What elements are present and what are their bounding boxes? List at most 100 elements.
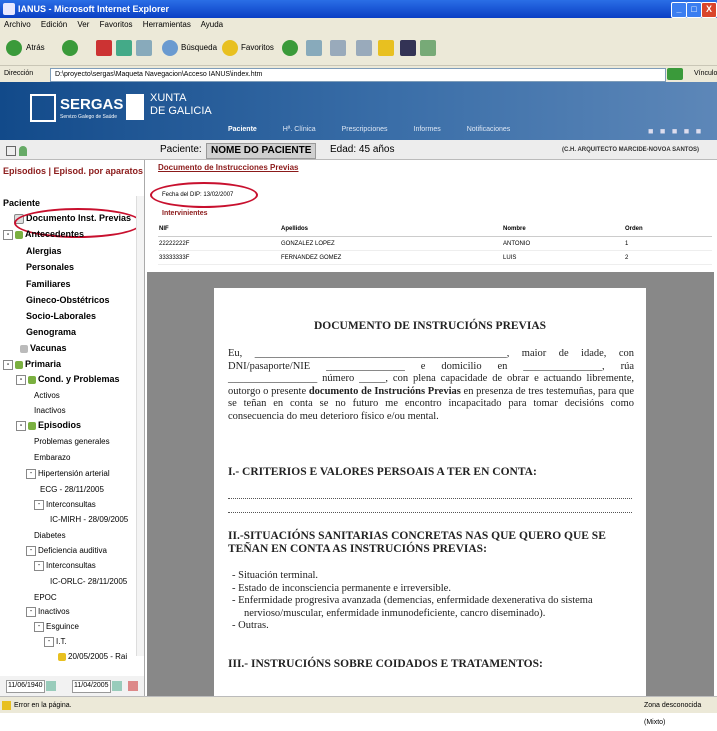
tree-familiares[interactable]: Familiares	[26, 279, 71, 289]
collapse-icon[interactable]: -	[44, 637, 54, 647]
tree-inactivos[interactable]: Inactivos	[34, 406, 66, 415]
tab-notificaciones[interactable]: Notificaciones	[467, 126, 511, 133]
episodes-tabs[interactable]: Episodios | Episod. por aparatos	[3, 166, 143, 176]
tree-paciente[interactable]: Paciente	[3, 198, 40, 208]
favorites-star-icon[interactable]	[222, 40, 238, 56]
collapse-icon[interactable]: -	[16, 374, 26, 385]
tree-hipertension[interactable]: - Hipertensión arterial	[26, 469, 110, 479]
intervinientes-label: Intervinientes	[162, 210, 208, 217]
tree-epoc[interactable]: EPOC	[34, 593, 57, 602]
tools-icon[interactable]	[420, 40, 436, 56]
home-icon[interactable]	[136, 40, 152, 56]
warning-icon[interactable]	[2, 701, 11, 710]
tree-inactivos-2[interactable]: - Inactivos	[26, 607, 70, 617]
col-nif[interactable]: NIF	[158, 222, 280, 237]
tree-interconsultas-2[interactable]: - Interconsultas	[34, 561, 96, 571]
menu-ver[interactable]: Ver	[77, 20, 89, 29]
tree-interconsultas-1[interactable]: - Interconsultas	[34, 500, 96, 510]
col-orden[interactable]: Orden	[624, 222, 712, 237]
tab-informes[interactable]: Informes	[414, 126, 441, 133]
menu-bar: Archivo Edición Ver Favoritos Herramient…	[0, 18, 717, 32]
collapse-icon[interactable]: -	[16, 420, 26, 431]
calendar-icon[interactable]	[46, 681, 56, 691]
tree-gineco[interactable]: Gineco-Obstétricos	[26, 295, 110, 305]
tab-paciente[interactable]: Paciente	[228, 126, 257, 133]
close-button[interactable]: X	[701, 2, 717, 18]
col-nombre[interactable]: Nombre	[502, 222, 624, 237]
mail-icon[interactable]	[306, 40, 322, 56]
folder-icon	[28, 421, 36, 430]
menu-herramientas[interactable]: Herramientas	[143, 20, 191, 29]
calendar-icon[interactable]	[112, 681, 122, 691]
collapse-icon[interactable]: -	[3, 229, 13, 240]
tab-prescripciones[interactable]: Prescripciones	[342, 126, 388, 133]
tree-antecedentes[interactable]: - Antecedentes	[3, 229, 84, 240]
menu-archivo[interactable]: Archivo	[4, 20, 31, 29]
print-icon[interactable]	[330, 40, 346, 56]
tree-ic-mirh[interactable]: IC-MIRH - 28/09/2005	[50, 515, 128, 524]
collapse-icon[interactable]: -	[26, 546, 36, 556]
address-input[interactable]: D:\proyecto\sergas\Maqueta Navegacion\Ac…	[50, 68, 666, 82]
minimize-button[interactable]: _	[671, 2, 687, 18]
date-from-input[interactable]: 11/06/1940	[6, 680, 45, 693]
menu-favoritos[interactable]: Favoritos	[100, 20, 133, 29]
back-label[interactable]: Atrás	[26, 43, 45, 52]
document-intro-paragraph: Eu, ____________________________________…	[228, 348, 634, 423]
stop-icon[interactable]	[96, 40, 112, 56]
tree-ecg[interactable]: ECG - 28/11/2005	[40, 485, 104, 494]
tree-it-date[interactable]: 20/05/2005 - Rai	[58, 652, 127, 661]
tree-embarazo[interactable]: Embarazo	[34, 453, 70, 462]
folder-icon[interactable]	[378, 40, 394, 56]
collapse-icon[interactable]: -	[34, 561, 44, 571]
tree-vacunas[interactable]: Vacunas	[20, 343, 67, 353]
menu-ayuda[interactable]: Ayuda	[201, 20, 224, 29]
menu-edicion[interactable]: Edición	[41, 20, 67, 29]
tree-episodios[interactable]: - Episodios	[16, 420, 81, 431]
refresh-icon[interactable]	[116, 40, 132, 56]
cell-apellidos: GONZALEZ LOPEZ	[280, 236, 502, 251]
collapse-icon[interactable]: -	[34, 500, 44, 510]
date-to-input[interactable]: 11/04/2005	[72, 680, 111, 693]
tree-genograma[interactable]: Genograma	[26, 327, 76, 337]
patient-icon[interactable]	[6, 144, 28, 156]
history-icon[interactable]	[282, 40, 298, 56]
highlight-oval	[150, 182, 258, 208]
back-icon[interactable]	[6, 40, 22, 56]
forward-icon[interactable]	[62, 40, 78, 56]
tree-scrollbar[interactable]	[136, 196, 144, 656]
tree-diabetes[interactable]: Diabetes	[34, 531, 66, 540]
security-zone: Zona desconocida (Mixto)	[644, 702, 702, 726]
messenger-icon[interactable]	[400, 40, 416, 56]
table-row[interactable]: 22222222F GONZALEZ LOPEZ ANTONIO 1	[158, 236, 712, 251]
tree-esguince[interactable]: - Esguince	[34, 622, 79, 632]
banner-tool-icons[interactable]: ■ ■ ■ ■ ■	[648, 126, 703, 136]
go-button[interactable]	[667, 68, 683, 80]
collapse-icon[interactable]: -	[3, 359, 13, 370]
edit-icon[interactable]	[356, 40, 372, 56]
tree-alergias[interactable]: Alergias	[26, 246, 62, 256]
collapse-icon[interactable]: -	[26, 469, 36, 479]
tree-personales[interactable]: Personales	[26, 262, 74, 272]
tree-activos[interactable]: Activos	[34, 391, 60, 400]
tree-cond-problemas[interactable]: - Cond. y Problemas	[16, 374, 120, 385]
tree-ic-orlc[interactable]: IC-ORLC- 28/11/2005	[50, 577, 127, 586]
xunta-line-2: DE GALICIA	[150, 105, 212, 117]
maximize-button[interactable]: □	[686, 2, 702, 18]
tree-label: Hipertensión arterial	[38, 469, 110, 479]
tree-socio[interactable]: Socio-Laborales	[26, 311, 96, 321]
folder-icon	[28, 375, 36, 384]
table-row[interactable]: 33333333F FERNANDEZ GOMEZ LUIS 2	[158, 250, 712, 265]
tree-problemas-generales[interactable]: Problemas generales	[34, 437, 110, 446]
tree-deficiencia-auditiva[interactable]: - Deficiencia auditiva	[26, 546, 107, 556]
collapse-icon[interactable]: -	[26, 607, 36, 617]
search-label[interactable]: Búsqueda	[181, 43, 217, 52]
tree-primaria[interactable]: - Primaria	[3, 359, 61, 370]
tree-it[interactable]: - I.T.	[44, 637, 67, 647]
collapse-icon[interactable]: -	[34, 622, 44, 632]
tab-historia-clinica[interactable]: Hª. Clínica	[283, 126, 316, 133]
clear-filter-icon[interactable]	[128, 681, 138, 691]
favorites-label[interactable]: Favoritos	[241, 43, 274, 52]
col-apellidos[interactable]: Apellidos	[280, 222, 502, 237]
links-label[interactable]: Vínculos	[694, 66, 717, 82]
search-icon[interactable]	[162, 40, 178, 56]
